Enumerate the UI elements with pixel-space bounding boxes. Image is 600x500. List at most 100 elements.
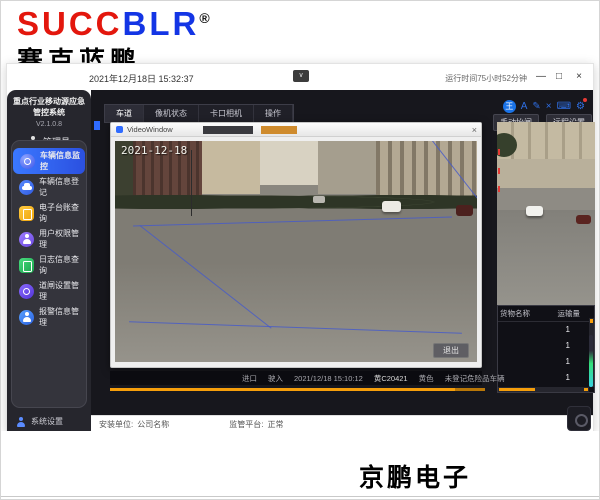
system-version: V2.1.0.8 (7, 121, 91, 128)
sidebar-item-vehicle-monitor[interactable]: 车辆信息监控 (13, 148, 85, 174)
direction-value: 进口 (242, 373, 257, 384)
brand-text-red: SUCC (17, 5, 123, 42)
video-feed[interactable]: 2021-12-18 退出 (115, 141, 477, 362)
platform-status-label: 监管平台: (229, 419, 263, 430)
install-unit-value: 公司名称 (137, 419, 169, 430)
detection-line (140, 225, 272, 328)
detection-line (130, 321, 463, 334)
white-suv (382, 201, 401, 212)
tabs-bar: 车道 像机状态 卡口相机 操作 (104, 104, 294, 123)
gradient-indicator-bar (589, 335, 593, 387)
exit-button[interactable]: 退出 (433, 343, 469, 358)
camera-button[interactable] (567, 406, 591, 431)
install-unit-label: 安装单位: (99, 419, 133, 430)
titlebar-artifact (203, 126, 253, 134)
sidebar-item-vehicle-register[interactable]: 车辆信息登记 (12, 174, 86, 200)
table-row[interactable]: 1 (498, 322, 594, 338)
minimize-button[interactable]: — (533, 70, 549, 84)
footer: 京鹏电子 (1, 431, 599, 499)
sidebar-item-label: 道闸设置管理 (39, 280, 82, 302)
video-window-close-icon[interactable]: × (472, 123, 477, 137)
sidebar-menu: 车辆信息监控 车辆信息登记 电子台账查询 用户权限管理 日志信息查询 (11, 140, 87, 408)
platform-status-value: 正常 (267, 419, 283, 430)
cargo-qty-header: 运输量 (558, 308, 581, 319)
cargo-name-header: 货物名称 (500, 308, 530, 319)
sidebar-item-user-permission[interactable]: 用户权限管理 (12, 226, 86, 252)
silver-car (313, 196, 325, 203)
horizontal-scrollbar[interactable] (498, 387, 589, 392)
sidebar-item-alarm-management[interactable]: 报警信息管理 (12, 304, 86, 330)
sidebar-item-label: 报警信息管理 (39, 306, 82, 328)
tab-camera-status[interactable]: 像机状态 (144, 105, 199, 122)
table-row[interactable]: 1 (498, 338, 594, 354)
close-button[interactable]: × (571, 70, 587, 84)
live-camera-panel[interactable] (497, 122, 595, 305)
red-car (576, 215, 591, 224)
runtime-label: 运行时间75小时52分钟 (445, 73, 527, 84)
titlebar-artifact (261, 126, 297, 134)
cargo-table: 货物名称 运输量 1 1 1 1 (497, 305, 595, 393)
main-content: 车道 像机状态 卡口相机 操作 王 A ✎ × ⌨ ⚙ 手动抬闸 远程设置 (91, 90, 593, 415)
system-settings-button[interactable]: 系统设置 (16, 416, 63, 427)
document-icon (19, 206, 34, 221)
red-marker (498, 168, 500, 174)
close-icon[interactable]: × (546, 100, 552, 113)
keyboard-icon[interactable]: ⌨ (557, 100, 571, 113)
window-titlebar: 2021年12月18日 15:32:37 ∨ 运行时间75小时52分钟 — □ … (7, 64, 593, 90)
video-timestamp-overlay: 2021-12-18 (121, 144, 187, 157)
chevron-down-icon[interactable]: ∨ (293, 70, 309, 82)
system-settings-label: 系统设置 (31, 416, 63, 427)
gear-icon[interactable]: ⚙ (576, 100, 585, 113)
tree-line (115, 194, 477, 209)
building (260, 141, 318, 185)
footer-divider (1, 496, 599, 497)
alarm-user-icon (19, 310, 34, 325)
video-window-icon (116, 126, 123, 133)
gear-glyph: ⚙ (576, 101, 585, 112)
table-row[interactable]: 1 (498, 370, 594, 386)
notification-dot (583, 98, 587, 102)
brand-text-blue: BLR (123, 5, 200, 42)
vehicle-monitor-icon (20, 154, 35, 169)
action-value: 驶入 (268, 373, 283, 384)
orange-scroll-indicator[interactable] (110, 388, 485, 391)
sidebar-item-label: 日志信息查询 (39, 254, 82, 276)
sidebar-item-log-query[interactable]: 日志信息查询 (12, 252, 86, 278)
ime-toolbar: 王 A ✎ × ⌨ ⚙ (503, 100, 585, 113)
settings-gear-icon (16, 417, 26, 427)
vehicle-remark: 未登记危险品车辆 (445, 373, 505, 384)
tab-lane[interactable]: 车道 (105, 105, 144, 122)
ime-language-icon[interactable]: 王 (503, 100, 516, 113)
user-permission-icon (19, 232, 34, 247)
watermark-text: 京鹏电子 (359, 458, 471, 494)
sidebar-item-gate-settings[interactable]: 道闸设置管理 (12, 278, 86, 304)
maximize-button[interactable]: □ (551, 70, 567, 84)
table-row[interactable]: 1 (498, 354, 594, 370)
screenshot-root: SUCCBLR® 赛克蓝鹏 2021年12月18日 15:32:37 ∨ 运行时… (0, 0, 600, 500)
brand-logo-latin: SUCCBLR® (17, 7, 210, 40)
current-datetime: 2021年12月18日 15:32:37 (89, 72, 194, 85)
building (318, 141, 376, 194)
video-window-titlebar[interactable]: VideoWindow × (111, 123, 481, 137)
car-icon (19, 180, 34, 195)
building (202, 141, 260, 194)
sidebar-item-ledger-query[interactable]: 电子台账查询 (12, 200, 86, 226)
sidebar-item-label: 车辆信息监控 (40, 150, 81, 172)
red-marker (498, 186, 500, 192)
video-window: VideoWindow × (110, 122, 482, 368)
tab-operation[interactable]: 操作 (254, 105, 293, 122)
system-name: 重点行业移动源应急管控系统 (7, 90, 91, 121)
registered-mark: ® (199, 10, 209, 26)
plate-color: 黄色 (419, 373, 434, 384)
sidebar-item-label: 用户权限管理 (39, 228, 82, 250)
plate-number: 黄C20421 (374, 373, 408, 384)
sidebar: 重点行业移动源应急管控系统 V2.1.0.8 管理员 车辆信息监控 车辆信息登记… (7, 90, 91, 432)
tab-checkpoint-camera[interactable]: 卡口相机 (199, 105, 254, 122)
ime-mode-icon[interactable]: A (521, 100, 528, 113)
pen-icon[interactable]: ✎ (532, 100, 540, 113)
gate-gear-icon (19, 284, 34, 299)
pass-time-value: 2021/12/18 15:10:12 (294, 374, 363, 383)
cargo-table-header: 货物名称 运输量 (498, 306, 594, 322)
detection-line (133, 216, 451, 226)
vehicle-info-row[interactable]: 进口 驶入 2021/12/18 15:10:12 黄C20421 黄色 未登记… (110, 371, 482, 385)
